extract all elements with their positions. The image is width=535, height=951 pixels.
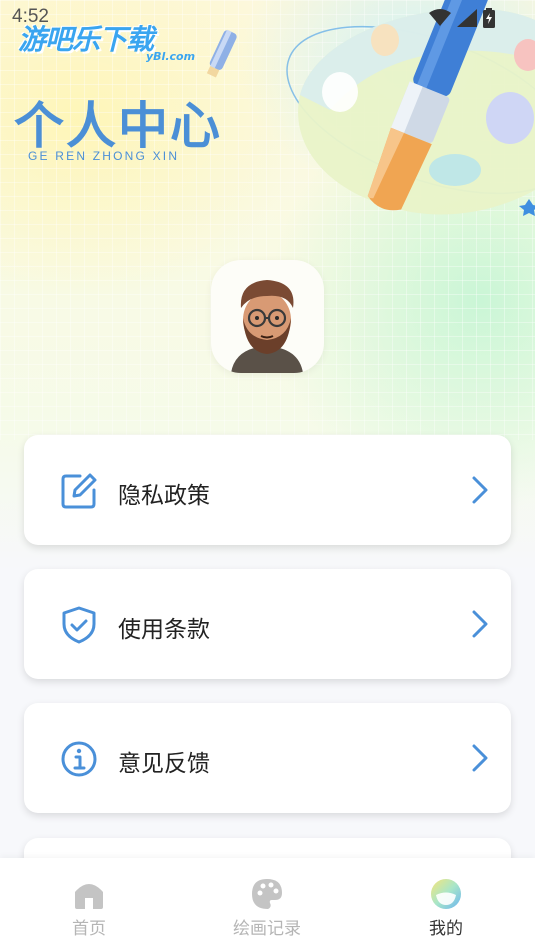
profile-icon	[431, 879, 461, 909]
page-title: 个人中心	[14, 97, 222, 155]
menu-item-label: 意见反馈	[118, 751, 210, 777]
chevron-right-icon	[472, 476, 488, 504]
profile-screen: 4:52 游吧乐下载 yBl.com 个人中心 GE REN ZHONG XIN	[0, 0, 535, 951]
nav-label: 首页	[72, 919, 106, 939]
menu-item-label: 隐私政策	[118, 483, 210, 509]
nav-label: 我的	[429, 919, 463, 939]
menu-item-feedback[interactable]: 意见反馈	[24, 703, 511, 813]
nav-item-mine[interactable]: 我的	[357, 858, 535, 951]
page-subtitle: GE REN ZHONG XIN	[28, 149, 180, 163]
wifi-icon	[429, 9, 451, 26]
menu-item-privacy-policy[interactable]: 隐私政策	[24, 435, 511, 545]
shield-check-icon	[62, 606, 96, 644]
chevron-right-icon	[472, 610, 488, 638]
battery-icon	[483, 8, 495, 28]
chevron-right-icon	[472, 744, 488, 772]
home-icon	[75, 884, 103, 909]
info-icon	[61, 741, 97, 777]
menu-list: 隐私政策 使用条款 意见反馈	[24, 435, 511, 878]
background-grid	[0, 0, 535, 440]
signal-icon	[457, 9, 477, 27]
edit-icon	[61, 473, 97, 509]
bottom-nav: 首页 绘画记录 我的	[0, 858, 535, 951]
avatar[interactable]	[211, 260, 324, 373]
status-icons	[429, 8, 495, 28]
watermark-domain: yBl.com	[146, 50, 196, 63]
palette-icon	[252, 879, 282, 909]
menu-item-terms-of-use[interactable]: 使用条款	[24, 569, 511, 679]
nav-label: 绘画记录	[233, 919, 301, 939]
avatar-image	[231, 280, 303, 373]
nav-item-home[interactable]: 首页	[0, 858, 178, 951]
menu-item-label: 使用条款	[118, 617, 210, 643]
nav-item-drawing-history[interactable]: 绘画记录	[178, 858, 356, 951]
watermark-logo: 游吧乐下载 yBl.com	[18, 18, 195, 63]
watermark-brand: 游吧乐下载	[18, 23, 154, 56]
